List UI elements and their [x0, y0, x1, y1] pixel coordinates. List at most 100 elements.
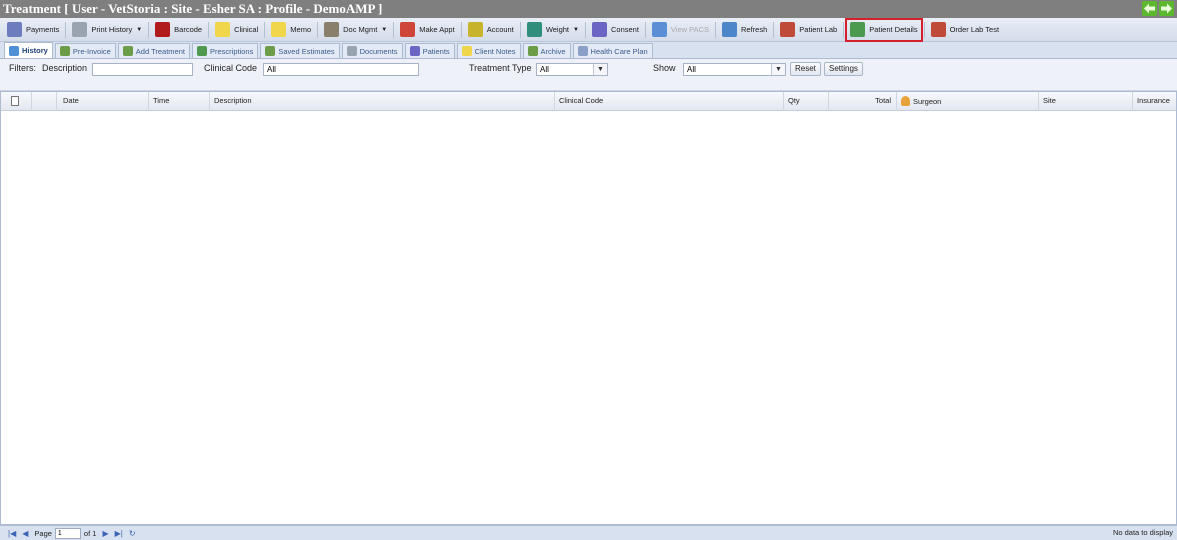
col-blank[interactable]: [32, 92, 57, 111]
col-time[interactable]: Time: [149, 92, 210, 111]
weight-chart-icon: [526, 22, 542, 37]
col-select[interactable]: [1, 92, 32, 111]
toolbar-separator: [208, 21, 210, 38]
window-title: Treatment [ User - VetStoria : Site - Es…: [3, 1, 383, 16]
toolbar-separator: [148, 21, 150, 38]
toolbar-button-label: Doc Mgmt: [343, 25, 378, 34]
filters-bar: Filters: Description Clinical Code Treat…: [0, 59, 1177, 91]
page-count: of 1: [83, 528, 97, 538]
prev-page-icon[interactable]: ◀: [22, 529, 28, 538]
col-total[interactable]: Total: [829, 92, 897, 111]
payments-button[interactable]: Payments: [4, 20, 62, 40]
pager-bar: |◀ ◀ Page of 1 ▶ ▶| ↻ No data to display: [0, 525, 1177, 540]
memo-icon: [271, 22, 287, 37]
forward-arrow-icon[interactable]: [1159, 1, 1174, 16]
first-page-icon[interactable]: |◀: [8, 529, 16, 538]
patient-details-icon: [850, 22, 866, 37]
memo-button[interactable]: Memo: [268, 20, 314, 40]
print-history-button[interactable]: Print History ▼: [69, 20, 145, 40]
tab-client-notes[interactable]: Client Notes: [456, 43, 521, 58]
view-pacs-button[interactable]: View PACS: [649, 20, 712, 40]
toolbar-separator: [773, 21, 775, 38]
lab-icon: [780, 22, 796, 37]
tab-icon: [527, 46, 538, 56]
toolbar-separator: [317, 21, 319, 38]
col-qty[interactable]: Qty: [784, 92, 829, 111]
refresh-button[interactable]: Refresh: [719, 20, 770, 40]
page-label: Page: [34, 528, 52, 538]
col-date[interactable]: Date: [57, 92, 149, 111]
tab-label: Saved Estimates: [278, 46, 335, 56]
caret-down-icon[interactable]: ▼: [136, 27, 142, 33]
tab-icon: [265, 46, 276, 56]
print-history-icon: [72, 22, 88, 37]
settings-button[interactable]: Settings: [824, 62, 863, 76]
tab-label: Patients: [422, 46, 450, 56]
lab-order-icon: [930, 22, 946, 37]
toolbar-button-label: Clinical: [234, 25, 259, 34]
clinical-code-label: Clinical Code: [204, 63, 258, 73]
toolbar-separator: [264, 21, 266, 38]
tab-icon: [346, 46, 357, 56]
order-lab-test-button[interactable]: Order Lab Test: [928, 20, 1002, 40]
back-arrow-icon[interactable]: [1142, 1, 1157, 16]
clinical-button[interactable]: Clinical: [212, 20, 261, 40]
tab-pre-invoice[interactable]: Pre-Invoice: [54, 43, 116, 58]
chevron-down-icon[interactable]: ▼: [771, 64, 785, 75]
no-data-status: No data to display: [1112, 528, 1173, 537]
toolbar-separator: [843, 21, 845, 38]
tab-label: Prescriptions: [209, 46, 254, 56]
clinical-code-input[interactable]: [263, 63, 419, 76]
toolbar-button-label: Print History: [91, 25, 133, 34]
show-value: All: [687, 65, 696, 74]
page-number-input[interactable]: [54, 527, 81, 539]
barcode-button[interactable]: Barcode: [152, 20, 205, 40]
tab-saved-estimates[interactable]: Saved Estimates: [260, 43, 340, 58]
next-page-icon[interactable]: ▶: [102, 529, 108, 538]
description-input[interactable]: [92, 63, 193, 76]
tab-icon: [461, 46, 472, 56]
treatment-type-select[interactable]: All ▼: [536, 63, 608, 76]
tab-add-treatment[interactable]: Add Treatment: [117, 43, 190, 58]
tab-archive[interactable]: Archive: [522, 43, 571, 58]
col-insurance[interactable]: Insurance: [1133, 92, 1176, 111]
account-button[interactable]: Account: [465, 20, 517, 40]
tab-icon: [196, 46, 207, 56]
consent-button[interactable]: Consent: [589, 20, 642, 40]
patient-details-button[interactable]: Patient Details: [845, 17, 923, 42]
tab-label: Archive: [540, 46, 566, 56]
col-site[interactable]: Site: [1039, 92, 1133, 111]
caret-down-icon[interactable]: ▼: [573, 27, 579, 33]
chevron-down-icon[interactable]: ▼: [593, 64, 607, 75]
weight-button[interactable]: Weight ▼: [524, 20, 582, 40]
col-surgeon-label: Surgeon: [913, 97, 942, 106]
show-label: Show: [653, 63, 676, 73]
last-page-icon[interactable]: ▶|: [115, 529, 123, 538]
toolbar-separator: [584, 21, 586, 38]
refresh-icon[interactable]: ↻: [129, 529, 136, 538]
tab-documents[interactable]: Documents: [341, 43, 403, 58]
tab-strip: History Pre-Invoice Add Treatment Prescript…: [0, 42, 1177, 59]
tab-label: Pre-Invoice: [72, 46, 111, 56]
tab-label: Add Treatment: [135, 46, 185, 56]
toolbar-button-label: Payments: [26, 25, 60, 34]
toolbar-button-label: Refresh: [741, 25, 768, 34]
col-surgeon[interactable]: Surgeon: [897, 92, 1039, 111]
doc-mgmt-button[interactable]: Doc Mgmt ▼: [321, 20, 390, 40]
caret-down-icon[interactable]: ▼: [381, 27, 387, 33]
tab-label: History: [22, 46, 48, 55]
col-description[interactable]: Description: [210, 92, 555, 111]
patient-lab-button[interactable]: Patient Lab: [777, 20, 840, 40]
payments-icon: [7, 22, 22, 37]
tab-patients[interactable]: Patients: [404, 43, 455, 58]
col-clinical-code[interactable]: Clinical Code: [555, 92, 784, 111]
window-title-bar: Treatment [ User - VetStoria : Site - Es…: [0, 0, 1177, 18]
reset-button[interactable]: Reset: [790, 62, 821, 76]
tab-history[interactable]: History: [4, 42, 53, 58]
refresh-icon: [722, 22, 737, 37]
surgeon-icon: [901, 96, 910, 106]
make-appt-button[interactable]: Make Appt: [397, 20, 457, 40]
tab-prescriptions[interactable]: Prescriptions: [191, 43, 259, 58]
tab-health-care-plan[interactable]: Health Care Plan: [572, 43, 653, 58]
show-select[interactable]: All ▼: [683, 63, 786, 76]
